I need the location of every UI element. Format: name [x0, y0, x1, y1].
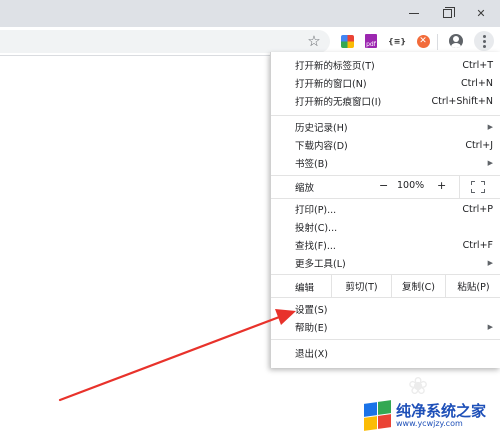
- zoom-level: 100%: [397, 180, 425, 191]
- menu-item-label: 下载内容(D): [295, 141, 348, 152]
- menu-item-shortcut: Ctrl+J: [465, 139, 493, 151]
- kebab-dot-icon: [482, 39, 486, 43]
- zoom-in-button[interactable]: +: [437, 179, 446, 192]
- menu-item-exit[interactable]: 退出(X): [271, 344, 500, 362]
- menu-item-print[interactable]: 打印(P)... Ctrl+P: [271, 200, 500, 218]
- menu-separator: [271, 115, 500, 116]
- minimize-icon: [409, 13, 419, 14]
- edit-label: 编辑: [295, 283, 315, 294]
- toolbar-divider: [437, 34, 438, 50]
- menu-item-new-tab[interactable]: 打开新的标签页(T) Ctrl+T: [271, 56, 500, 74]
- profile-button[interactable]: [447, 32, 465, 50]
- submenu-arrow-icon: ▶: [487, 259, 493, 267]
- menu-item-shortcut: Ctrl+Shift+N: [431, 95, 493, 107]
- menu-item-label: 历史记录(H): [295, 123, 348, 134]
- menu-item-label: 投射(C)...: [295, 223, 338, 234]
- menu-item-more-tools[interactable]: 更多工具(L) ▶: [271, 254, 500, 272]
- zoom-out-button[interactable]: −: [379, 179, 388, 192]
- color-extension-icon[interactable]: [338, 32, 356, 50]
- menu-item-label: 更多工具(L): [295, 259, 346, 270]
- menu-item-shortcut: Ctrl+T: [462, 59, 493, 71]
- minimize-button[interactable]: [397, 0, 431, 27]
- json-extension-icon[interactable]: {≡}: [386, 32, 408, 50]
- zoom-divider: [459, 176, 460, 198]
- blocker-extension-icon[interactable]: ✕: [414, 32, 432, 50]
- menu-item-label: 退出(X): [295, 349, 328, 360]
- watermark-url: www.ycwjzy.com: [396, 419, 463, 428]
- menu-item-downloads[interactable]: 下载内容(D) Ctrl+J: [271, 136, 500, 154]
- menu-item-settings[interactable]: 设置(S): [271, 300, 500, 318]
- menu-item-label: 打印(P)...: [295, 205, 337, 216]
- menu-separator: [271, 297, 500, 298]
- menu-item-cast[interactable]: 投射(C)...: [271, 218, 500, 236]
- bookmark-star-icon[interactable]: ☆: [305, 32, 323, 50]
- window-title-bar: ✕: [0, 0, 500, 27]
- menu-item-label: 打开新的标签页(T): [295, 61, 375, 72]
- menu-separator: [271, 339, 500, 340]
- menu-item-shortcut: Ctrl+P: [462, 203, 493, 215]
- menu-item-shortcut: Ctrl+F: [462, 239, 493, 251]
- paste-button[interactable]: 粘贴(P): [445, 275, 500, 297]
- submenu-arrow-icon: ▶: [487, 323, 493, 331]
- edit-row: 编辑 剪切(T) 复制(C) 粘贴(P): [271, 275, 500, 297]
- kebab-dot-icon: [482, 34, 486, 38]
- submenu-arrow-icon: ▶: [487, 123, 493, 131]
- menu-item-incognito[interactable]: 打开新的无痕窗口(I) Ctrl+Shift+N: [271, 92, 500, 110]
- windows-logo-icon: [362, 400, 392, 431]
- menu-separator: [271, 198, 500, 199]
- address-bar[interactable]: [0, 30, 330, 53]
- zoom-row: 缩放 − 100% +: [271, 176, 500, 198]
- menu-item-shortcut: Ctrl+N: [461, 77, 493, 89]
- submenu-arrow-icon: ▶: [487, 159, 493, 167]
- avatar-icon: [449, 34, 463, 48]
- menu-item-history[interactable]: 历史记录(H) ▶: [271, 118, 500, 136]
- close-icon: ✕: [476, 7, 486, 20]
- menu-item-label: 打开新的窗口(N): [295, 79, 367, 90]
- copy-button[interactable]: 复制(C): [391, 275, 445, 297]
- zoom-label: 缩放: [295, 183, 315, 194]
- restore-icon: [442, 7, 455, 18]
- menu-item-help[interactable]: 帮助(E) ▶: [271, 318, 500, 336]
- cut-button[interactable]: 剪切(T): [331, 275, 391, 297]
- close-window-button[interactable]: ✕: [464, 0, 498, 27]
- kebab-dot-icon: [482, 44, 486, 48]
- menu-item-label: 书签(B): [295, 159, 328, 170]
- restore-button[interactable]: [430, 0, 464, 27]
- menu-item-label: 帮助(E): [295, 323, 328, 334]
- fullscreen-icon[interactable]: [471, 181, 485, 193]
- menu-item-bookmarks[interactable]: 书签(B) ▶: [271, 154, 500, 172]
- menu-item-label: 查找(F)...: [295, 241, 336, 252]
- site-watermark: 纯净系统之家 www.ycwjzy.com: [362, 398, 500, 434]
- menu-item-label: 打开新的无痕窗口(I): [295, 97, 382, 108]
- menu-item-new-window[interactable]: 打开新的窗口(N) Ctrl+N: [271, 74, 500, 92]
- paw-watermark-icon: ❀: [408, 372, 429, 400]
- chrome-main-menu: 打开新的标签页(T) Ctrl+T 打开新的窗口(N) Ctrl+N 打开新的无…: [270, 52, 500, 368]
- menu-item-find[interactable]: 查找(F)... Ctrl+F: [271, 236, 500, 254]
- menu-item-label: 设置(S): [295, 305, 328, 316]
- chrome-menu-button[interactable]: [474, 31, 494, 51]
- pdf-extension-icon[interactable]: pdf: [362, 32, 380, 50]
- watermark-title: 纯净系统之家: [396, 402, 487, 420]
